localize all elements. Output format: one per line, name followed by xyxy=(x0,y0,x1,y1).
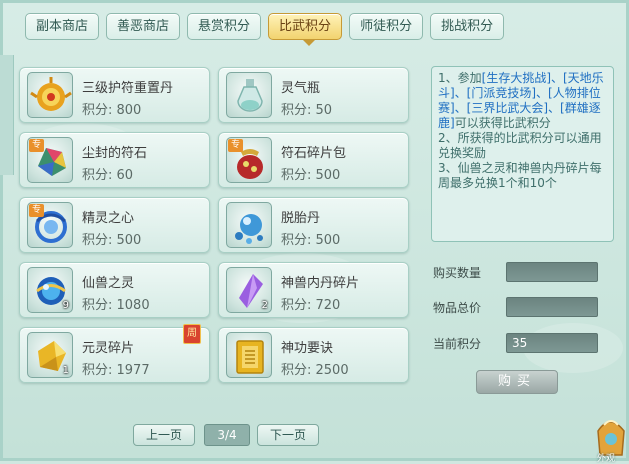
item-count: 1 xyxy=(62,365,69,376)
rules-line-2: 2、所获得的比武积分可以通用兑换奖励 xyxy=(438,131,602,160)
item-name: 三级护符重置丹 xyxy=(82,81,174,96)
buy-button[interactable]: 购买 xyxy=(476,370,558,394)
current-points-field: 35 xyxy=(506,333,598,353)
shop-item[interactable]: 专 尘封的符石 积分: 60 xyxy=(19,132,210,188)
total-price-field xyxy=(506,297,598,317)
rules-info-panel: 1、参加[生存大挑战]、[天地乐斗]、[门派竞技场]、[人物排位赛]、[三界比武… xyxy=(431,66,614,242)
item-name: 神兽内丹碎片 xyxy=(281,276,360,291)
total-price-label: 物品总价 xyxy=(433,301,482,315)
rebirth-pill-icon xyxy=(226,202,272,248)
exclusive-badge: 专 xyxy=(29,139,44,152)
item-price: 积分: 500 xyxy=(281,233,341,248)
appearance-label: 外观 xyxy=(597,454,616,464)
item-name: 神功要诀 xyxy=(281,341,334,356)
rules-line-1: 1、参加[生存大挑战]、[天地乐斗]、[门派竞技场]、[人物排位赛]、[三界比武… xyxy=(438,71,604,130)
active-tab-pointer xyxy=(303,40,315,46)
shop-item[interactable]: 专 精灵之心 积分: 500 xyxy=(19,197,210,253)
shop-item[interactable]: 9 仙兽之灵 积分: 1080 xyxy=(19,262,210,318)
golden-flower-pill-icon xyxy=(27,72,73,118)
shop-item[interactable]: 2 神兽内丹碎片 积分: 720 xyxy=(218,262,409,318)
page-indicator: 3/4 xyxy=(204,424,250,446)
tab-bounty-points[interactable]: 悬赏积分 xyxy=(187,13,262,40)
rune-fragment-bag-icon: 专 xyxy=(226,137,272,183)
item-name: 元灵碎片 xyxy=(82,341,135,356)
sealed-rune-stone-icon: 专 xyxy=(27,137,73,183)
shop-item[interactable]: 神功要诀 积分: 2500 xyxy=(218,327,409,383)
quantity-label: 购买数量 xyxy=(433,266,482,280)
item-name: 精灵之心 xyxy=(82,211,135,226)
item-price: 积分: 500 xyxy=(281,168,341,183)
item-name: 仙兽之灵 xyxy=(82,276,135,291)
side-panel-edge xyxy=(0,55,14,175)
item-name: 脱胎丹 xyxy=(281,211,321,226)
shop-item[interactable]: 1 元灵碎片 积分: 1977 周 xyxy=(19,324,210,383)
item-price: 积分: 1080 xyxy=(82,298,150,313)
shop-item[interactable]: 三级护符重置丹 积分: 800 xyxy=(19,67,210,123)
prev-page-button[interactable]: 上一页 xyxy=(133,424,195,446)
shop-tabs: 副本商店 善恶商店 悬赏积分 比武积分 师徒积分 挑战积分 xyxy=(25,13,505,40)
current-points-label: 当前积分 xyxy=(433,337,482,351)
item-price: 积分: 1977 xyxy=(82,363,150,378)
next-page-button[interactable]: 下一页 xyxy=(257,424,319,446)
item-count: 2 xyxy=(261,300,268,311)
item-price: 积分: 50 xyxy=(281,103,333,118)
item-count: 9 xyxy=(62,300,69,311)
tab-karma-shop[interactable]: 善恶商店 xyxy=(106,13,181,40)
beast-core-fragment-icon: 2 xyxy=(226,267,272,313)
spirit-heart-icon: 专 xyxy=(27,202,73,248)
martial-manual-icon xyxy=(226,332,272,378)
immortal-beast-orb-icon: 9 xyxy=(27,267,73,313)
item-name: 符石碎片包 xyxy=(281,146,347,161)
tab-dungeon-shop[interactable]: 副本商店 xyxy=(25,13,100,40)
rules-line-3: 3、仙兽之灵和神兽内丹碎片每周最多兑换1个和10个 xyxy=(438,161,602,190)
item-price: 积分: 800 xyxy=(82,103,142,118)
item-price: 积分: 720 xyxy=(281,298,341,313)
spirit-bottle-icon xyxy=(226,72,272,118)
shop-item[interactable]: 灵气瓶 积分: 50 xyxy=(218,67,409,123)
item-price: 积分: 2500 xyxy=(281,363,349,378)
shop-item[interactable]: 脱胎丹 积分: 500 xyxy=(218,197,409,253)
item-name: 尘封的符石 xyxy=(82,146,148,161)
item-price: 积分: 500 xyxy=(82,233,142,248)
tab-mentor-points[interactable]: 师徒积分 xyxy=(349,13,424,40)
tab-duel-points[interactable]: 比武积分 xyxy=(268,13,343,40)
weekly-limit-tag: 周 xyxy=(183,324,201,344)
yuanling-fragment-icon: 1 xyxy=(27,332,73,378)
shop-item[interactable]: 专 符石碎片包 积分: 500 xyxy=(218,132,409,188)
tab-challenge-points[interactable]: 挑战积分 xyxy=(430,13,505,40)
exclusive-badge: 专 xyxy=(29,204,44,217)
exclusive-badge: 专 xyxy=(228,139,243,152)
quantity-input[interactable] xyxy=(506,262,598,282)
item-grid: 三级护符重置丹 积分: 800 灵气瓶 积分: 50 专 尘封的符石 积分: 6… xyxy=(19,67,409,383)
item-name: 灵气瓶 xyxy=(281,81,321,96)
item-price: 积分: 60 xyxy=(82,168,134,183)
